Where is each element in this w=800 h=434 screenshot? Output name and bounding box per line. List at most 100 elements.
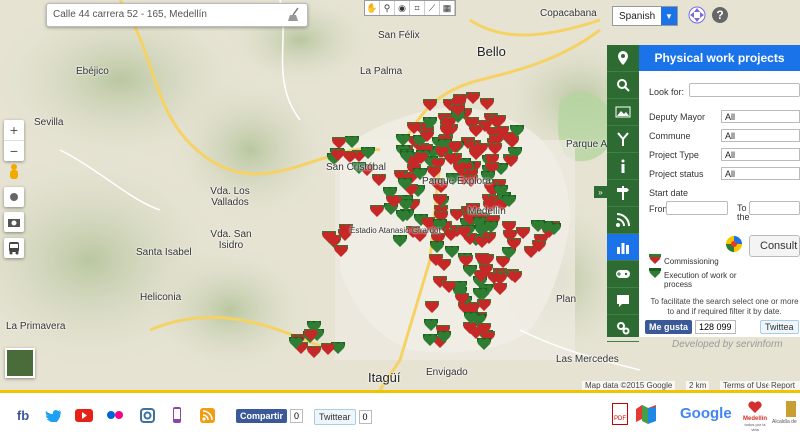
pan-hand-icon[interactable]: ✋ — [365, 1, 380, 15]
project-type-select[interactable]: All — [721, 148, 800, 161]
youtube-icon[interactable] — [75, 407, 93, 423]
project-marker[interactable] — [484, 221, 499, 234]
project-marker[interactable] — [487, 142, 502, 155]
look-for-input[interactable] — [689, 83, 800, 97]
project-marker[interactable] — [456, 225, 471, 238]
signpost-icon[interactable] — [607, 180, 639, 207]
project-marker[interactable] — [443, 229, 458, 242]
project-marker[interactable] — [449, 209, 464, 222]
facebook-icon[interactable]: fb — [14, 407, 32, 423]
chevron-down-icon[interactable]: ▼ — [661, 7, 677, 25]
zoom-out-button[interactable]: − — [4, 140, 24, 161]
image-icon[interactable] — [607, 99, 639, 126]
project-marker[interactable] — [419, 129, 434, 142]
twitter-icon[interactable] — [44, 407, 62, 423]
project-marker[interactable] — [473, 143, 488, 156]
project-marker[interactable] — [307, 346, 322, 359]
project-marker[interactable] — [494, 125, 509, 138]
location-pin-icon[interactable] — [607, 45, 639, 72]
project-marker[interactable] — [422, 116, 437, 129]
project-marker[interactable] — [479, 97, 494, 110]
info-icon[interactable] — [607, 153, 639, 180]
camera-icon[interactable] — [4, 212, 24, 232]
project-marker[interactable] — [468, 125, 483, 138]
project-marker[interactable] — [393, 234, 408, 247]
facebook-share-widget[interactable]: Compartir 0 — [236, 409, 304, 423]
project-marker[interactable] — [395, 209, 410, 222]
project-marker[interactable] — [432, 194, 447, 207]
rss-feed-icon[interactable] — [198, 407, 216, 423]
address-search-input[interactable] — [47, 4, 279, 24]
circle-tool-icon[interactable]: ◉ — [395, 1, 410, 15]
project-marker[interactable] — [322, 230, 337, 243]
project-marker[interactable] — [423, 98, 438, 111]
project-marker[interactable] — [474, 235, 489, 248]
project-marker[interactable] — [443, 153, 458, 166]
project-marker[interactable] — [442, 117, 457, 130]
clear-broom-icon[interactable] — [286, 7, 302, 23]
project-marker[interactable] — [344, 136, 359, 149]
grid-tool-icon[interactable]: ▦ — [440, 1, 455, 15]
pdf-icon[interactable]: PDF — [612, 403, 628, 425]
project-marker[interactable] — [289, 336, 304, 349]
satellite-toggle[interactable] — [5, 348, 35, 378]
project-marker[interactable] — [386, 194, 401, 207]
bus-icon[interactable] — [4, 238, 24, 258]
project-marker[interactable] — [361, 147, 376, 160]
project-marker[interactable] — [506, 238, 521, 251]
terms-link[interactable]: Terms of Use — [720, 381, 774, 390]
project-marker[interactable] — [303, 328, 318, 341]
instagram-icon[interactable] — [138, 407, 156, 423]
project-marker[interactable] — [330, 149, 345, 162]
commune-select[interactable]: All — [721, 129, 800, 142]
project-marker[interactable] — [448, 140, 463, 153]
project-marker[interactable] — [437, 331, 452, 344]
project-marker[interactable] — [501, 221, 516, 234]
project-marker[interactable] — [321, 343, 336, 356]
project-marker[interactable] — [532, 239, 547, 252]
project-marker[interactable] — [464, 312, 479, 325]
language-select[interactable]: Spanish ▼ — [612, 6, 678, 26]
facebook-like-widget[interactable]: Me gusta 128 099 — [645, 320, 736, 334]
project-marker[interactable] — [414, 152, 429, 165]
project-marker[interactable] — [372, 173, 387, 186]
report-error-link[interactable]: Report a b — [768, 381, 800, 390]
collapse-panel-icon[interactable]: » — [594, 186, 607, 198]
project-marker[interactable] — [429, 253, 444, 266]
to-date-input[interactable] — [749, 201, 800, 215]
project-marker[interactable] — [424, 300, 439, 313]
mobile-phone-icon[interactable] — [168, 407, 186, 423]
line-tool-icon[interactable]: ⟋ — [425, 1, 440, 15]
chat-icon[interactable] — [607, 288, 639, 315]
project-status-select[interactable]: All — [721, 167, 800, 180]
facebook-like-button[interactable]: Me gusta — [645, 320, 693, 334]
consult-button[interactable]: Consult — [749, 235, 800, 257]
address-search-box[interactable] — [46, 3, 308, 27]
facebook-share-button[interactable]: Compartir — [236, 409, 288, 423]
help-icon[interactable]: ? — [710, 5, 730, 25]
navigation-arrows-icon[interactable] — [687, 5, 707, 25]
twitter-share-button[interactable]: Twittear — [314, 409, 356, 425]
project-marker[interactable] — [450, 103, 465, 116]
project-marker[interactable] — [369, 205, 384, 218]
my-location-icon[interactable] — [4, 187, 24, 207]
project-marker[interactable] — [458, 255, 473, 268]
project-marker[interactable] — [423, 333, 438, 346]
bar-chart-icon[interactable] — [607, 234, 639, 261]
from-date-input[interactable] — [666, 201, 728, 215]
gamepad-icon[interactable] — [607, 261, 639, 288]
tweet-button[interactable]: Twittea — [760, 320, 799, 334]
project-marker[interactable] — [491, 114, 506, 127]
project-marker[interactable] — [334, 245, 349, 258]
project-marker[interactable] — [442, 280, 457, 293]
project-marker[interactable] — [479, 263, 494, 276]
settings-gears-icon[interactable] — [607, 315, 639, 342]
project-marker[interactable] — [530, 219, 545, 232]
project-marker[interactable] — [466, 92, 481, 105]
project-marker[interactable] — [516, 226, 531, 239]
project-marker[interactable] — [398, 178, 413, 191]
search-icon[interactable] — [607, 72, 639, 99]
twitter-share-widget[interactable]: Twittear 0 — [314, 409, 372, 425]
project-marker[interactable] — [476, 323, 491, 336]
marker-tool-icon[interactable]: ⚲ — [380, 1, 395, 15]
